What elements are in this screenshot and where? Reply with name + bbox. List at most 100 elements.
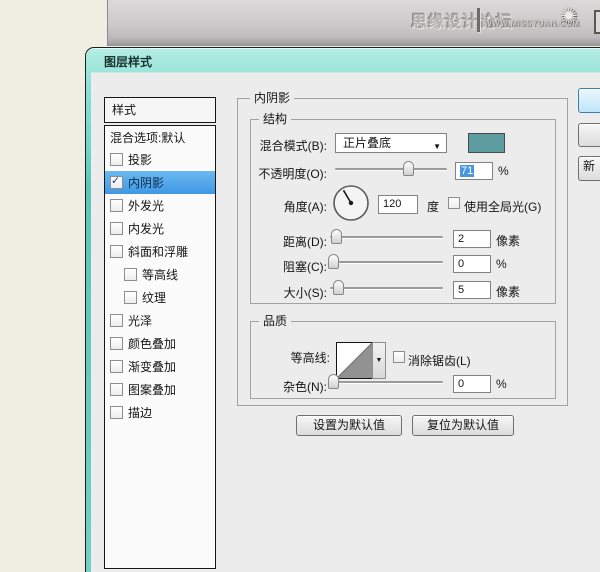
noise-unit: %	[496, 377, 507, 391]
shadow-color-swatch[interactable]	[468, 133, 505, 153]
anti-alias-checkbox[interactable]	[393, 351, 405, 363]
texture-checkbox[interactable]	[124, 291, 137, 304]
styles-item-color-overlay[interactable]: 颜色叠加	[105, 332, 215, 355]
noise-slider-thumb[interactable]	[328, 374, 339, 389]
chevron-down-icon: ▼	[433, 138, 441, 156]
set-default-button[interactable]: 设置为默认值	[296, 415, 402, 436]
size-field[interactable]: 5	[453, 281, 491, 299]
pattern-overlay-checkbox[interactable]	[110, 383, 123, 396]
ok-button[interactable]	[578, 88, 600, 113]
distance-slider-thumb[interactable]	[331, 229, 342, 244]
styles-item-label: 颜色叠加	[128, 335, 176, 352]
noise-field[interactable]: 0	[453, 375, 491, 393]
distance-slider-track[interactable]	[330, 236, 443, 238]
outer-glow-checkbox[interactable]	[110, 199, 123, 212]
distance-value: 2	[458, 233, 464, 245]
blend-mode-label: 混合模式(B):	[239, 137, 327, 154]
stroke-checkbox[interactable]	[110, 406, 123, 419]
blend-mode-value: 正片叠底	[343, 136, 391, 150]
new-style-button-label: 新	[583, 159, 595, 173]
angle-value: 120	[383, 198, 401, 210]
size-label: 大小(S):	[239, 284, 327, 301]
inner-shadow-checkbox[interactable]: ✓	[110, 176, 123, 189]
new-style-button[interactable]: 新	[578, 156, 600, 181]
size-unit: 像素	[496, 283, 520, 300]
opacity-slider-thumb[interactable]	[403, 161, 414, 176]
dialog-title: 图层样式	[104, 53, 152, 70]
check-icon: ✓	[111, 174, 120, 187]
styles-item-satin[interactable]: 光泽	[105, 309, 215, 332]
dialog-body: 样式 混合选项:默认 投影 ✓ 内阴影 外发光	[91, 72, 600, 572]
layer-style-dialog: 图层样式 样式 混合选项:默认 投影 ✓ 内阴影	[85, 47, 600, 572]
opacity-unit: %	[498, 164, 509, 178]
noise-value: 0	[458, 378, 464, 390]
styles-item-label: 光泽	[128, 312, 152, 329]
inner-glow-checkbox[interactable]	[110, 222, 123, 235]
styles-item-pattern-overlay[interactable]: 图案叠加	[105, 378, 215, 401]
size-slider-thumb[interactable]	[333, 280, 344, 295]
choke-slider-track[interactable]	[330, 261, 443, 263]
styles-item-label: 混合选项:默认	[110, 129, 185, 146]
bevel-emboss-checkbox[interactable]	[110, 245, 123, 258]
styles-item-texture[interactable]: 纹理	[105, 286, 215, 309]
noise-slider-track[interactable]	[330, 381, 443, 383]
color-overlay-checkbox[interactable]	[110, 337, 123, 350]
size-slider-track[interactable]	[330, 287, 443, 289]
choke-slider-thumb[interactable]	[328, 254, 339, 269]
angle-unit: 度	[427, 198, 439, 215]
choke-field[interactable]: 0	[453, 255, 491, 273]
styles-panel-header-label: 样式	[112, 103, 136, 117]
styles-item-inner-shadow[interactable]: ✓ 内阴影	[105, 171, 215, 194]
styles-item-contour[interactable]: 等高线	[105, 263, 215, 286]
styles-item-label: 渐变叠加	[128, 358, 176, 375]
styles-item-blending-options[interactable]: 混合选项:默认	[105, 126, 215, 148]
cancel-button[interactable]	[578, 123, 600, 147]
opacity-field[interactable]: 71	[455, 162, 493, 180]
global-light-checkbox[interactable]	[448, 197, 460, 209]
noise-slider	[330, 374, 443, 390]
quality-group-title: 品质	[259, 314, 291, 328]
screenshot-root: 思缘设计论坛 WWW.MISSYUAN.COM ✺ 图层样式 样式 混合选项:默…	[0, 0, 600, 572]
opacity-label: 不透明度(O):	[239, 165, 327, 182]
styles-item-label: 斜面和浮雕	[128, 243, 188, 260]
noise-label: 杂色(N):	[239, 378, 327, 395]
styles-item-label: 内阴影	[128, 174, 164, 191]
styles-item-gradient-overlay[interactable]: 渐变叠加	[105, 355, 215, 378]
choke-unit: %	[496, 257, 507, 271]
blend-mode-dropdown[interactable]: 正片叠底 ▼	[335, 133, 447, 153]
structure-group-title: 结构	[259, 112, 291, 126]
global-light-label: 使用全局光(G)	[464, 198, 541, 215]
styles-item-drop-shadow[interactable]: 投影	[105, 148, 215, 171]
opacity-value: 71	[460, 165, 474, 177]
choke-slider	[330, 254, 443, 270]
set-default-label: 设置为默认值	[313, 418, 385, 432]
satin-checkbox[interactable]	[110, 314, 123, 327]
styles-item-label: 投影	[128, 151, 152, 168]
drop-shadow-checkbox[interactable]	[110, 153, 123, 166]
chevron-down-icon: ▼	[376, 357, 383, 364]
background-window-strip: 思缘设计论坛 WWW.MISSYUAN.COM ✺	[107, 0, 600, 46]
angle-dial[interactable]	[332, 184, 370, 222]
reset-default-button[interactable]: 复位为默认值	[412, 415, 514, 436]
styles-item-outer-glow[interactable]: 外发光	[105, 194, 215, 217]
choke-label: 阻塞(C):	[239, 258, 327, 275]
cropped-window-glyph	[594, 10, 600, 34]
anti-alias-label: 消除锯齿(L)	[408, 352, 471, 369]
distance-label: 距离(D):	[239, 233, 327, 250]
distance-field[interactable]: 2	[453, 230, 491, 248]
styles-list: 混合选项:默认 投影 ✓ 内阴影 外发光 内发光	[104, 125, 216, 569]
distance-slider	[330, 229, 443, 245]
styles-item-stroke[interactable]: 描边	[105, 401, 215, 424]
angle-field[interactable]: 120	[378, 195, 418, 214]
opacity-slider-track[interactable]	[335, 168, 447, 170]
contour-checkbox[interactable]	[124, 268, 137, 281]
size-slider	[330, 280, 443, 296]
choke-value: 0	[458, 258, 464, 270]
styles-item-label: 等高线	[142, 266, 178, 283]
angle-label: 角度(A):	[239, 198, 327, 215]
styles-item-bevel-emboss[interactable]: 斜面和浮雕	[105, 240, 215, 263]
gradient-overlay-checkbox[interactable]	[110, 360, 123, 373]
styles-item-inner-glow[interactable]: 内发光	[105, 217, 215, 240]
watermark-divider	[477, 8, 480, 32]
styles-panel-header: 样式	[104, 97, 216, 123]
